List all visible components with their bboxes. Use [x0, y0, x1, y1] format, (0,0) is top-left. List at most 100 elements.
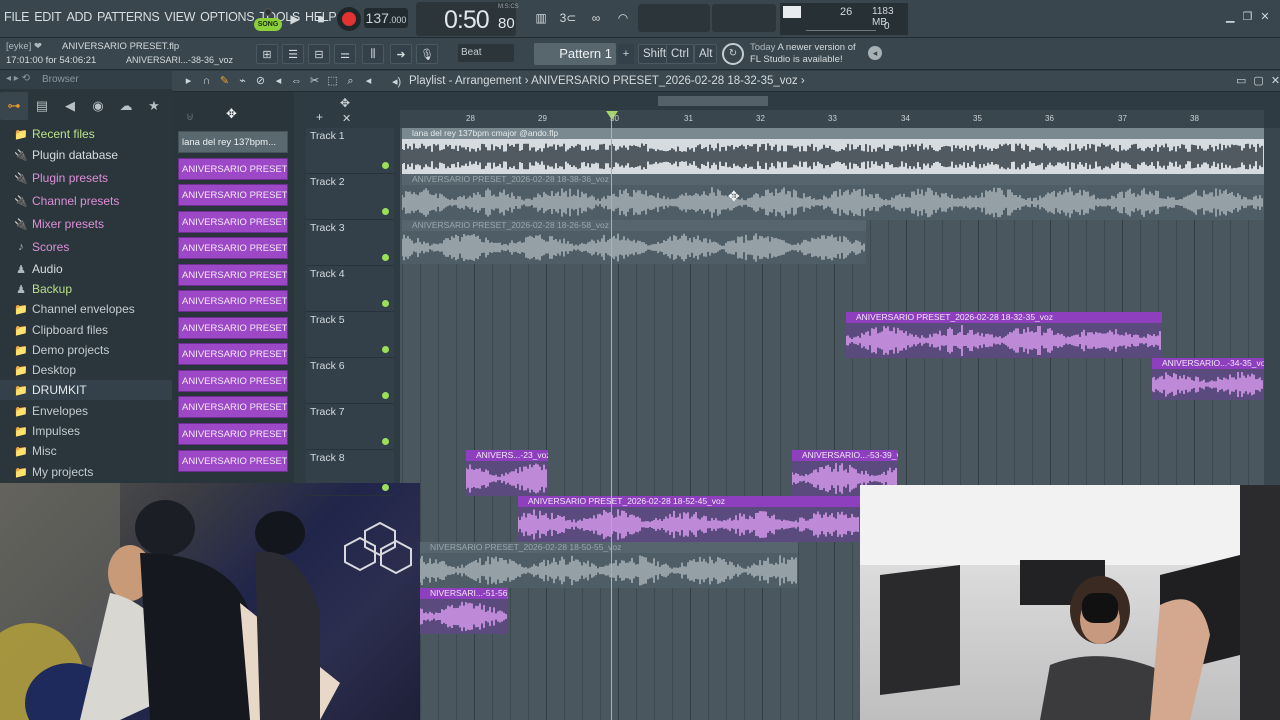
track-zoom-icon[interactable]: ✥	[340, 96, 350, 110]
news-dismiss-button[interactable]: ◂	[868, 46, 882, 60]
ctrl-key-button[interactable]: Ctrl	[666, 44, 694, 64]
loop-record-button[interactable]: ∞	[585, 8, 607, 28]
horizontal-scrollbar-thumb[interactable]	[658, 96, 768, 106]
browser-tab-favorites[interactable]: ★	[140, 92, 168, 120]
menu-edit[interactable]: EDIT	[34, 10, 62, 24]
menu-add[interactable]: ADD	[66, 10, 92, 24]
playlist-clip[interactable]: ANIVERSARIO...-34-35_voz	[1152, 358, 1264, 400]
recording-input-button[interactable]: 🎙	[416, 44, 438, 64]
menu-patterns[interactable]: PATTERNS	[97, 10, 160, 24]
browser-item[interactable]: ♟ Audio	[0, 259, 172, 279]
clip-source-item[interactable]: lana del rey 137bpm...	[178, 131, 288, 153]
track-header[interactable]: Track 2	[306, 174, 394, 220]
track-header[interactable]: Track 7	[306, 404, 394, 450]
slip-icon[interactable]: ⇔	[290, 74, 303, 88]
browser-tab-plugins[interactable]: ◉	[84, 92, 112, 120]
playback-icon[interactable]: ◂	[362, 74, 375, 88]
playlist-close-icon[interactable]: ✕	[1271, 74, 1280, 87]
playlist-clip[interactable]: ANIVERSARIO PRESET_2026-02-28 18-26-58_v…	[402, 220, 866, 264]
browser-item[interactable]: 📁 Recent files	[0, 124, 172, 144]
playlist-clip[interactable]: ANIVERSARIO PRESET_2026-02-28 18-52-45_v…	[518, 496, 860, 542]
metronome-button[interactable]: ◠	[612, 8, 634, 28]
slice-icon[interactable]: ✂	[308, 74, 321, 88]
playlist-clip[interactable]: NIVERSARI...-51-56_voz	[420, 588, 508, 634]
clip-source-item[interactable]: ANIVERSARIO PRESET_202...	[178, 423, 288, 445]
playlist-clip[interactable]: lana del rey 137bpm cmajor @ando.flp	[402, 128, 1264, 174]
browser-item[interactable]: 📁 Desktop	[0, 360, 172, 380]
browser-item[interactable]: 📁 Clipboard files	[0, 320, 172, 340]
browser-tab-sounds[interactable]: ◀	[56, 92, 84, 120]
playlist-clip[interactable]: ANIVERSARIO PRESET_2026-02-28 18-38-36_v…	[402, 174, 1264, 220]
browser-tab-cloud[interactable]: ☁	[112, 92, 140, 120]
browser-tab-all[interactable]: ⊶	[0, 92, 28, 120]
clip-source-item[interactable]: ANIVERSARIO PRESET_202...	[178, 343, 288, 365]
track-header[interactable]: Track 6	[306, 358, 394, 404]
clip-source-item[interactable]: ANIVERSARIO PRESET_202...	[178, 184, 288, 206]
clip-source-item[interactable]: ANIVERSARIO PRESET_202...	[178, 264, 288, 286]
delete-icon[interactable]: ⊘	[254, 74, 267, 88]
track-led[interactable]	[382, 392, 389, 399]
playlist-clip[interactable]: ANIVERSARIO PRESET_2026-02-28 18-32-35_v…	[846, 312, 1162, 358]
brush-icon[interactable]: ⌁	[236, 74, 249, 88]
snap-selector[interactable]: Beat	[458, 44, 514, 62]
browser-item[interactable]: 📁 DRUMKIT	[0, 380, 172, 400]
browser-item[interactable]: 📁 Envelopes	[0, 401, 172, 421]
arrangement-chevron-icon[interactable]: ›	[801, 75, 805, 87]
clip-source-item[interactable]: ANIVERSARIO PRESET_202...	[178, 237, 288, 259]
view-mixer-button[interactable]: ⚌	[334, 44, 356, 64]
add-track-icon[interactable]: +	[316, 110, 323, 124]
track-led[interactable]	[382, 254, 389, 261]
clip-source-item[interactable]: ANIVERSARIO PRESET_202...	[178, 317, 288, 339]
alt-key-button[interactable]: Alt	[694, 44, 718, 64]
view-piano-roll-button[interactable]: ⊟	[308, 44, 330, 64]
clip-list-arrows-icon[interactable]: ✥	[226, 106, 237, 122]
clip-source-item[interactable]: ANIVERSARIO PRESET_202...	[178, 370, 288, 392]
playlist-menu-arrow-icon[interactable]: ▸	[182, 74, 195, 88]
tempo-display[interactable]: 137.000	[364, 8, 408, 28]
menu-options[interactable]: OPTIONS	[200, 10, 254, 24]
track-led[interactable]	[382, 438, 389, 445]
clip-list-filter-icon[interactable]: ⊎	[186, 110, 194, 123]
minimize-icon[interactable]: ▁	[1226, 10, 1234, 23]
close-icon[interactable]: ✕	[1260, 10, 1269, 23]
track-header[interactable]: Track 1	[306, 128, 394, 174]
playlist-clip[interactable]: NIVERSARIO PRESET_2026-02-28 18-50-55_vo…	[420, 542, 798, 588]
track-led[interactable]	[382, 300, 389, 307]
browser-tab-project[interactable]: ▤	[28, 92, 56, 120]
browser-item[interactable]: 📁 Misc	[0, 441, 172, 461]
browser-item[interactable]: 🔌 Plugin database	[0, 145, 172, 165]
view-plugin-button[interactable]: ⫼	[362, 44, 384, 64]
next-button[interactable]: ➜	[390, 44, 412, 64]
clip-source-item[interactable]: ANIVERSARIO PRESET_202...	[178, 211, 288, 233]
browser-item[interactable]: 📁 Channel envelopes	[0, 299, 172, 319]
clip-source-item[interactable]: ANIVERSARIO PRESET_202...	[178, 290, 288, 312]
typing-keyboard-button[interactable]: ▥	[530, 8, 552, 28]
track-delete-icon[interactable]: ✕	[342, 112, 351, 125]
menu-view[interactable]: VIEW	[164, 10, 195, 24]
track-led[interactable]	[382, 346, 389, 353]
pattern-selector[interactable]: Pattern 1	[534, 43, 616, 65]
browser-item[interactable]: 📁 Demo projects	[0, 340, 172, 360]
clip-source-item[interactable]: ANIVERSARIO PRESET_202...	[178, 158, 288, 180]
cpu-monitor[interactable]: 26 1183 MB 0	[780, 3, 908, 35]
song-mode-toggle[interactable]: SONG	[254, 8, 282, 32]
browser-item[interactable]: 📁 Impulses	[0, 421, 172, 441]
clip-source-item[interactable]: ANIVERSARIO PRESET_202...	[178, 396, 288, 418]
playlist-detach-icon[interactable]: ▭	[1236, 74, 1246, 87]
view-playlist-button[interactable]: ⊞	[256, 44, 278, 64]
play-button[interactable]: ▶	[284, 8, 306, 30]
track-header[interactable]: Track 4	[306, 266, 394, 312]
news-panel[interactable]: Today A newer version of FL Studio is av…	[750, 42, 856, 66]
master-volume-display[interactable]	[712, 4, 776, 32]
track-led[interactable]	[382, 484, 389, 491]
zoom-icon[interactable]: ⌕	[344, 74, 357, 88]
playlist-scroll-area[interactable]	[400, 92, 1264, 110]
playlist-clip[interactable]: ANIVERS...-23_voz	[466, 450, 548, 496]
stop-button[interactable]: ■	[310, 8, 332, 30]
mute-icon[interactable]: ◂	[272, 74, 285, 88]
browser-item[interactable]: 🔌 Channel presets	[0, 191, 172, 211]
clip-source-item[interactable]: ANIVERSARIO PRESET_202...	[178, 450, 288, 472]
browser-item[interactable]: 🔌 Mixer presets	[0, 214, 172, 234]
countdown-button[interactable]: 3⊂	[557, 8, 579, 28]
maximize-icon[interactable]: ❐	[1242, 10, 1252, 23]
